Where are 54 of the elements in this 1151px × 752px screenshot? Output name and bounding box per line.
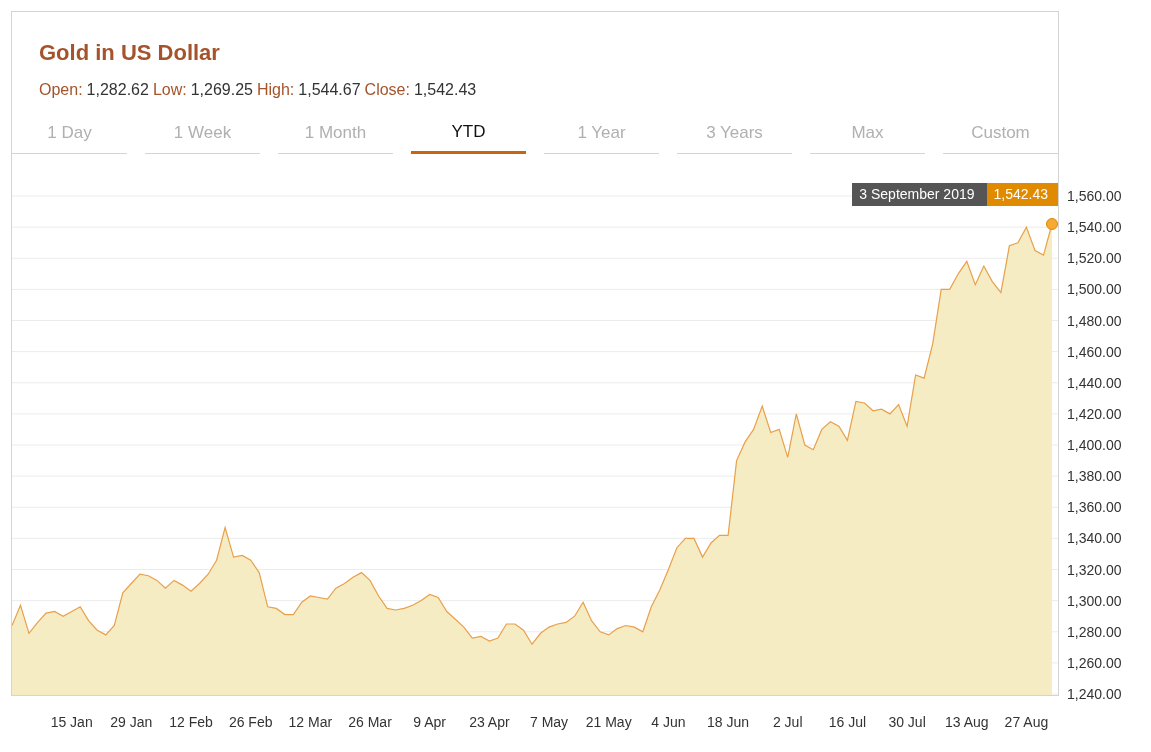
y-axis-label: 1,520.00	[1067, 250, 1122, 267]
x-axis-label: 16 Jul	[828, 714, 867, 730]
y-axis-label: 1,480.00	[1067, 312, 1122, 329]
x-axis-label: 30 Jul	[888, 714, 926, 730]
y-axis-label: 1,460.00	[1067, 343, 1122, 360]
chart-title: Gold in US Dollar	[38, 39, 221, 66]
x-axis-label: 2 Jul	[772, 714, 803, 730]
y-axis-label: 1,400.00	[1067, 437, 1122, 453]
y-axis-label: 1,560.00	[1067, 188, 1122, 204]
y-axis-label: 1,260.00	[1067, 654, 1122, 671]
stat-value: 1,542.43	[413, 80, 477, 100]
tooltip-value: 1,542.43	[986, 183, 1058, 206]
range-tab[interactable]: YTD	[411, 116, 526, 154]
x-axis-label: 21 May	[585, 714, 632, 730]
last-point-marker	[1046, 218, 1058, 230]
x-axis-label: 18 Jun	[707, 714, 750, 730]
x-axis-label: 7 May	[530, 714, 569, 730]
x-axis-label: 23 Apr	[469, 714, 510, 730]
stat-value: 1,282.62	[86, 80, 149, 100]
x-axis-label: 29 Jan	[110, 714, 153, 730]
x-axis-label: 12 Mar	[288, 714, 333, 730]
y-axis-label: 1,320.00	[1067, 561, 1122, 578]
x-axis-label: 9 Apr	[413, 714, 447, 730]
range-tab[interactable]: 3 Years	[677, 116, 792, 154]
range-tab[interactable]: 1 Day	[12, 116, 127, 154]
stat-label: High:	[256, 80, 295, 100]
x-axis-label: 13 Aug	[944, 714, 989, 730]
y-axis-label: 1,380.00	[1067, 468, 1122, 485]
stat-value: 1,544.67	[298, 80, 361, 100]
range-tab[interactable]: 1 Year	[544, 116, 659, 154]
y-axis-label: 1,340.00	[1067, 530, 1122, 547]
x-axis-label: 26 Feb	[228, 714, 273, 730]
range-tab[interactable]: 1 Month	[278, 116, 393, 154]
y-axis-label: 1,500.00	[1067, 281, 1122, 298]
y-axis-label: 1,360.00	[1067, 499, 1122, 516]
stat-label: Open:	[39, 80, 83, 100]
y-axis-label: 1,300.00	[1067, 592, 1122, 609]
y-axis-label: 1,280.00	[1067, 623, 1122, 640]
stat-label: Close:	[364, 80, 410, 100]
y-axis-label: 1,240.00	[1067, 686, 1122, 702]
stat-label: Low:	[152, 80, 187, 100]
x-axis-label: 4 Jun	[651, 714, 686, 730]
y-axis-label: 1,540.00	[1067, 219, 1122, 236]
x-axis-label: 27 Aug	[1004, 714, 1049, 730]
y-axis-label: 1,440.00	[1067, 374, 1122, 391]
range-tab[interactable]: 1 Week	[145, 116, 260, 154]
x-axis-label: 12 Feb	[169, 714, 213, 730]
x-axis-label: 15 Jan	[50, 714, 93, 730]
range-tab[interactable]: Max	[810, 116, 925, 154]
range-tab[interactable]: Custom	[943, 116, 1058, 154]
tooltip-date: 3 September 2019	[852, 183, 987, 206]
y-axis-label: 1,420.00	[1067, 405, 1122, 422]
stat-value: 1,269.25	[190, 80, 253, 100]
x-axis-label: 26 Mar	[348, 714, 392, 730]
